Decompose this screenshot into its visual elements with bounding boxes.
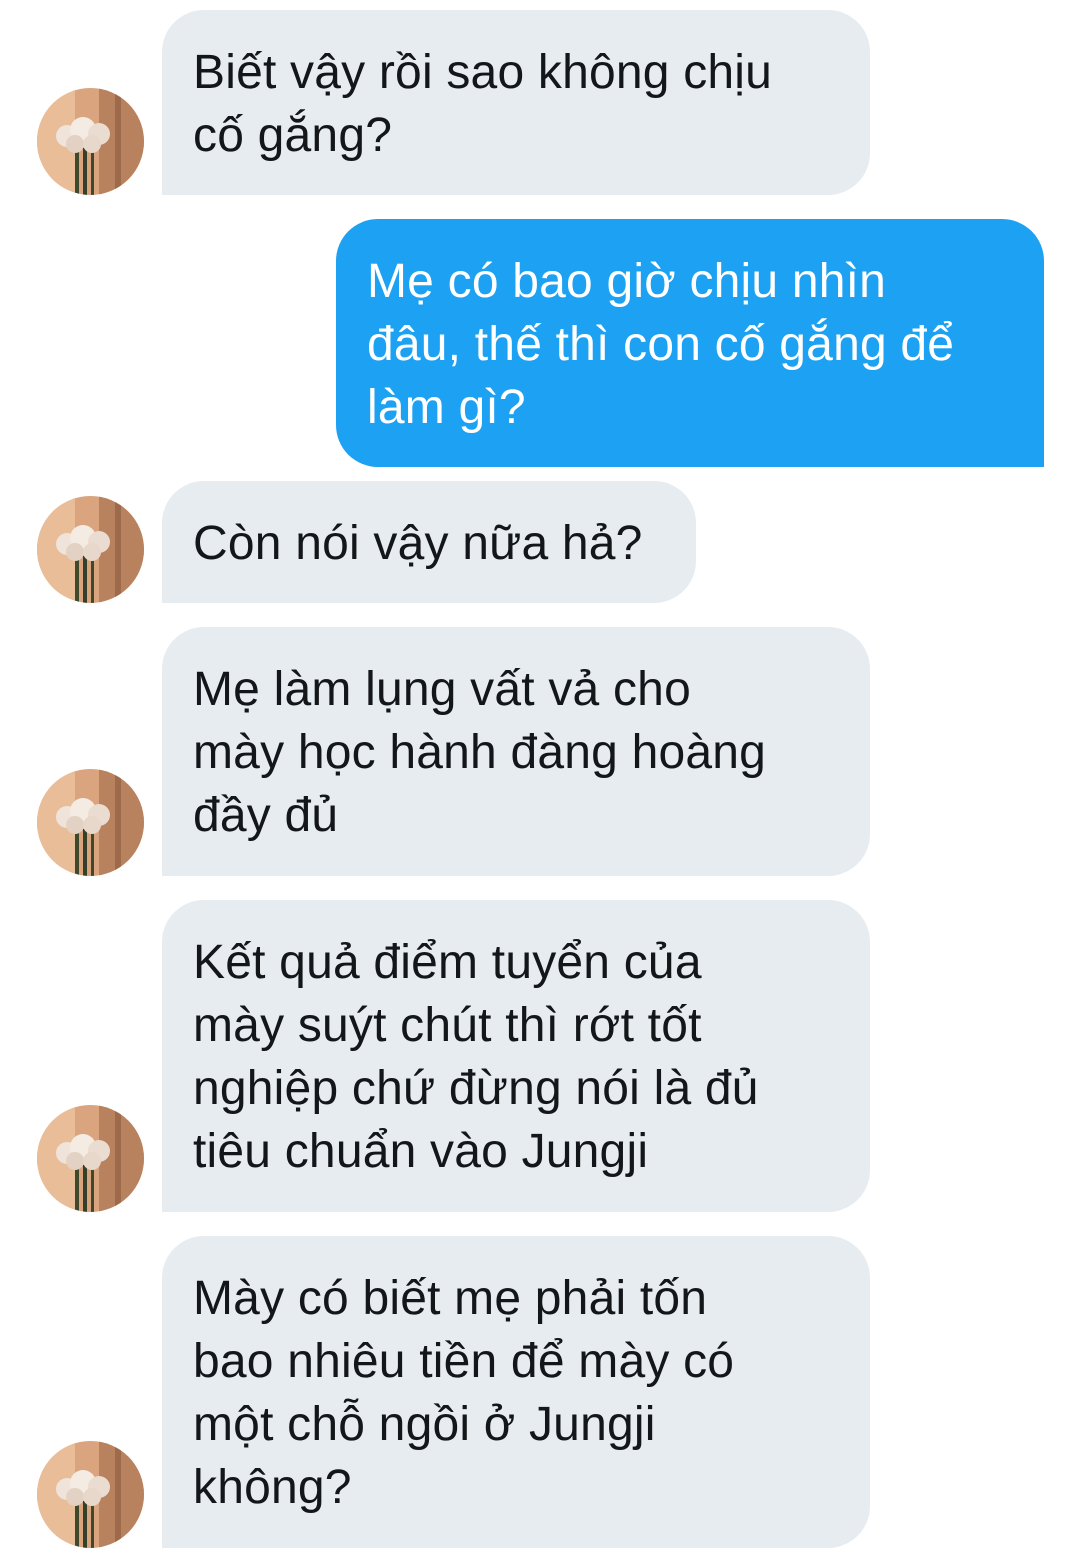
avatar[interactable] [37, 1441, 144, 1548]
flower-bouquet-avatar-icon [37, 769, 144, 876]
message-bubble-incoming[interactable]: Mày có biết mẹ phải tốn bao nhiêu tiền đ… [162, 1236, 870, 1548]
avatar[interactable] [37, 496, 144, 603]
flower-bouquet-avatar-icon [37, 88, 144, 195]
avatar[interactable] [37, 1105, 144, 1212]
message-bubble-incoming[interactable]: Kết quả điểm tuyển của mày suýt chút thì… [162, 900, 870, 1212]
flower-bouquet-avatar-icon [37, 496, 144, 603]
flower-bouquet-avatar-icon [37, 1441, 144, 1548]
avatar[interactable] [37, 88, 144, 195]
avatar[interactable] [37, 769, 144, 876]
message-bubble-outgoing[interactable]: Mẹ có bao giờ chịu nhìn đâu, thế thì con… [336, 219, 1044, 467]
message-bubble-incoming[interactable]: Mẹ làm lụng vất vả cho mày học hành đàng… [162, 627, 870, 876]
message-bubble-incoming[interactable]: Còn nói vậy nữa hả? [162, 481, 696, 603]
flower-bouquet-avatar-icon [37, 1105, 144, 1212]
message-bubble-incoming[interactable]: Biết vậy rồi sao không chịu cố gắng? [162, 10, 870, 195]
